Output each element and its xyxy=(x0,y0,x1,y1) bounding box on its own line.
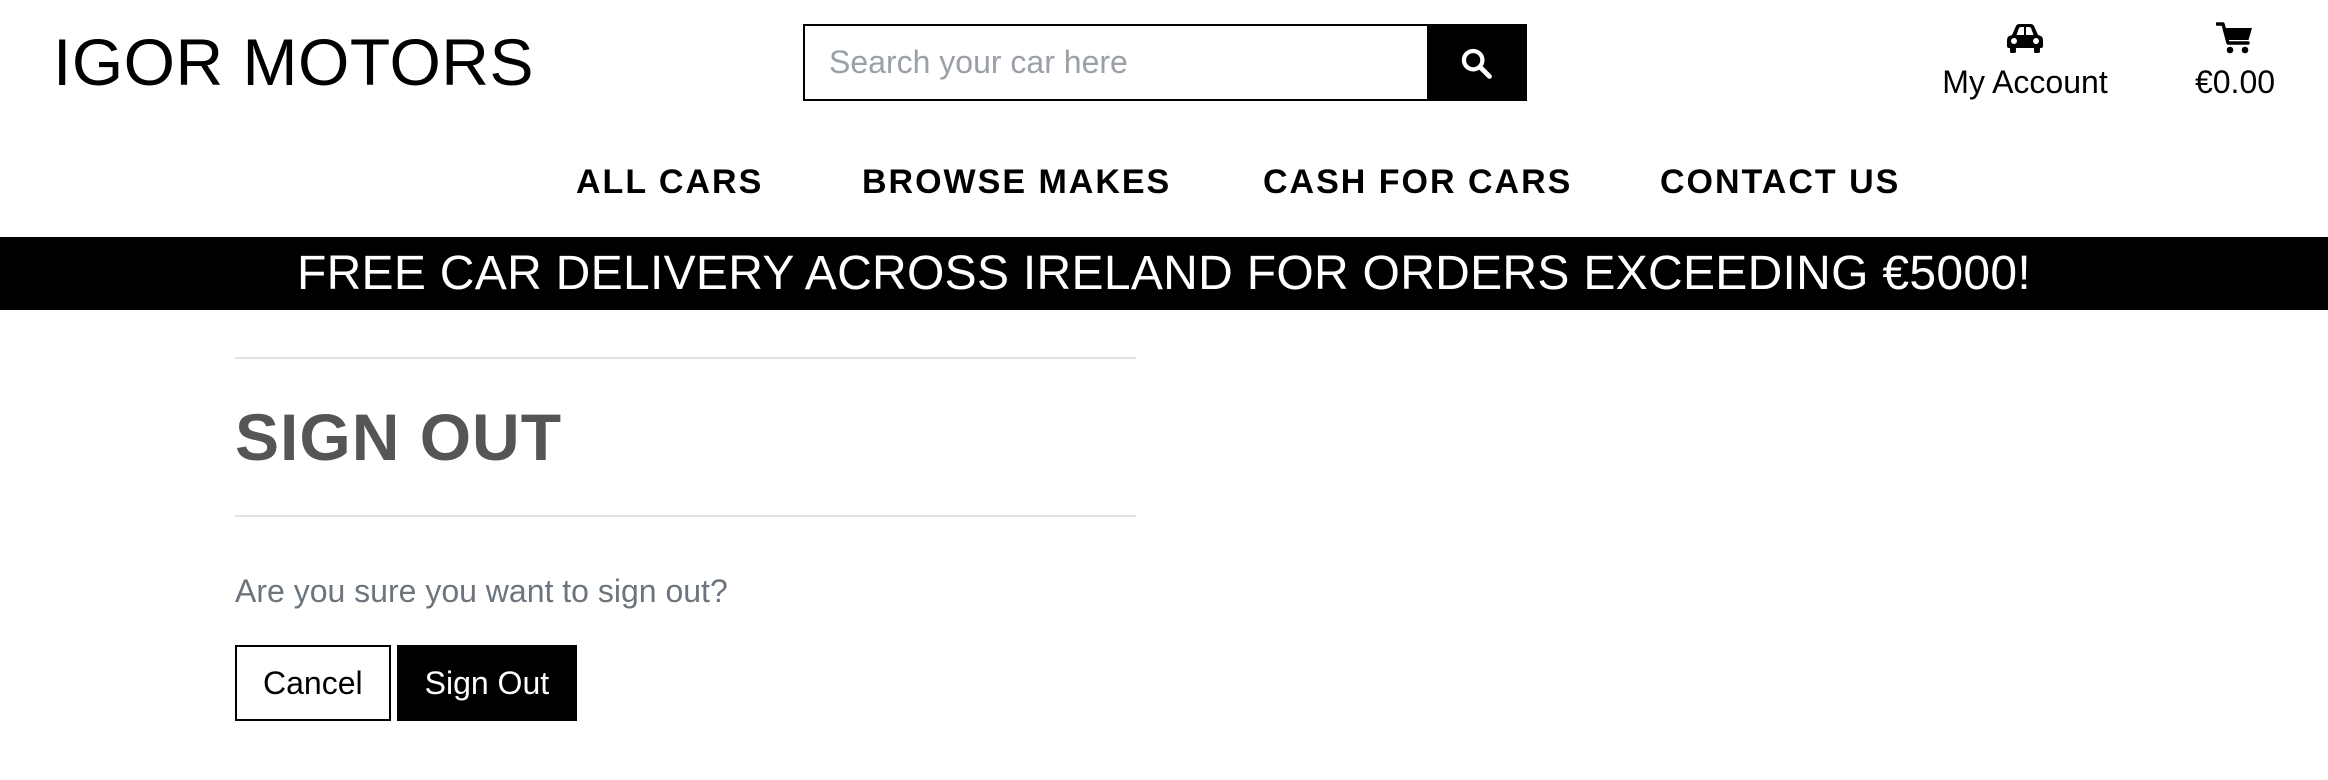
nav-browse-makes[interactable]: BROWSE MAKES xyxy=(862,156,1171,208)
nav-contact-us[interactable]: CONTACT US xyxy=(1660,156,1900,208)
search-input[interactable] xyxy=(805,26,1427,99)
search-button[interactable] xyxy=(1427,26,1525,99)
page-title: SIGN OUT xyxy=(235,400,563,474)
signout-panel: SIGN OUT Are you sure you want to sign o… xyxy=(235,357,1136,721)
logo-link[interactable]: IGOR MOTORS xyxy=(53,20,534,104)
promo-banner: FREE CAR DELIVERY ACROSS IRELAND FOR ORD… xyxy=(0,237,2328,310)
search-icon xyxy=(1461,48,1492,79)
shopping-cart-icon xyxy=(2216,22,2252,54)
site-header: IGOR MOTORS My Account xyxy=(0,0,2328,237)
signout-actions: Cancel Sign Out xyxy=(235,645,1136,721)
cart-link[interactable]: €0.00 xyxy=(2180,18,2290,104)
signout-question: Are you sure you want to sign out? xyxy=(235,573,728,609)
main-nav: ALL CARS BROWSE MAKES CASH FOR CARS CONT… xyxy=(0,156,2328,208)
my-account-label: My Account xyxy=(1942,64,2108,100)
nav-cash-for-cars[interactable]: CASH FOR CARS xyxy=(1263,156,1572,208)
cancel-button[interactable]: Cancel xyxy=(235,645,391,721)
search-form xyxy=(803,24,1527,101)
car-icon xyxy=(2007,24,2043,53)
bottom-divider xyxy=(235,515,1136,517)
car-icon-wrapper xyxy=(1930,18,2120,58)
my-account-link[interactable]: My Account xyxy=(1930,18,2120,104)
cart-icon-wrapper xyxy=(2180,18,2290,58)
sign-out-button[interactable]: Sign Out xyxy=(396,645,578,721)
nav-all-cars[interactable]: ALL CARS xyxy=(576,156,763,208)
top-divider xyxy=(235,357,1136,359)
cart-total: €0.00 xyxy=(2194,64,2276,100)
